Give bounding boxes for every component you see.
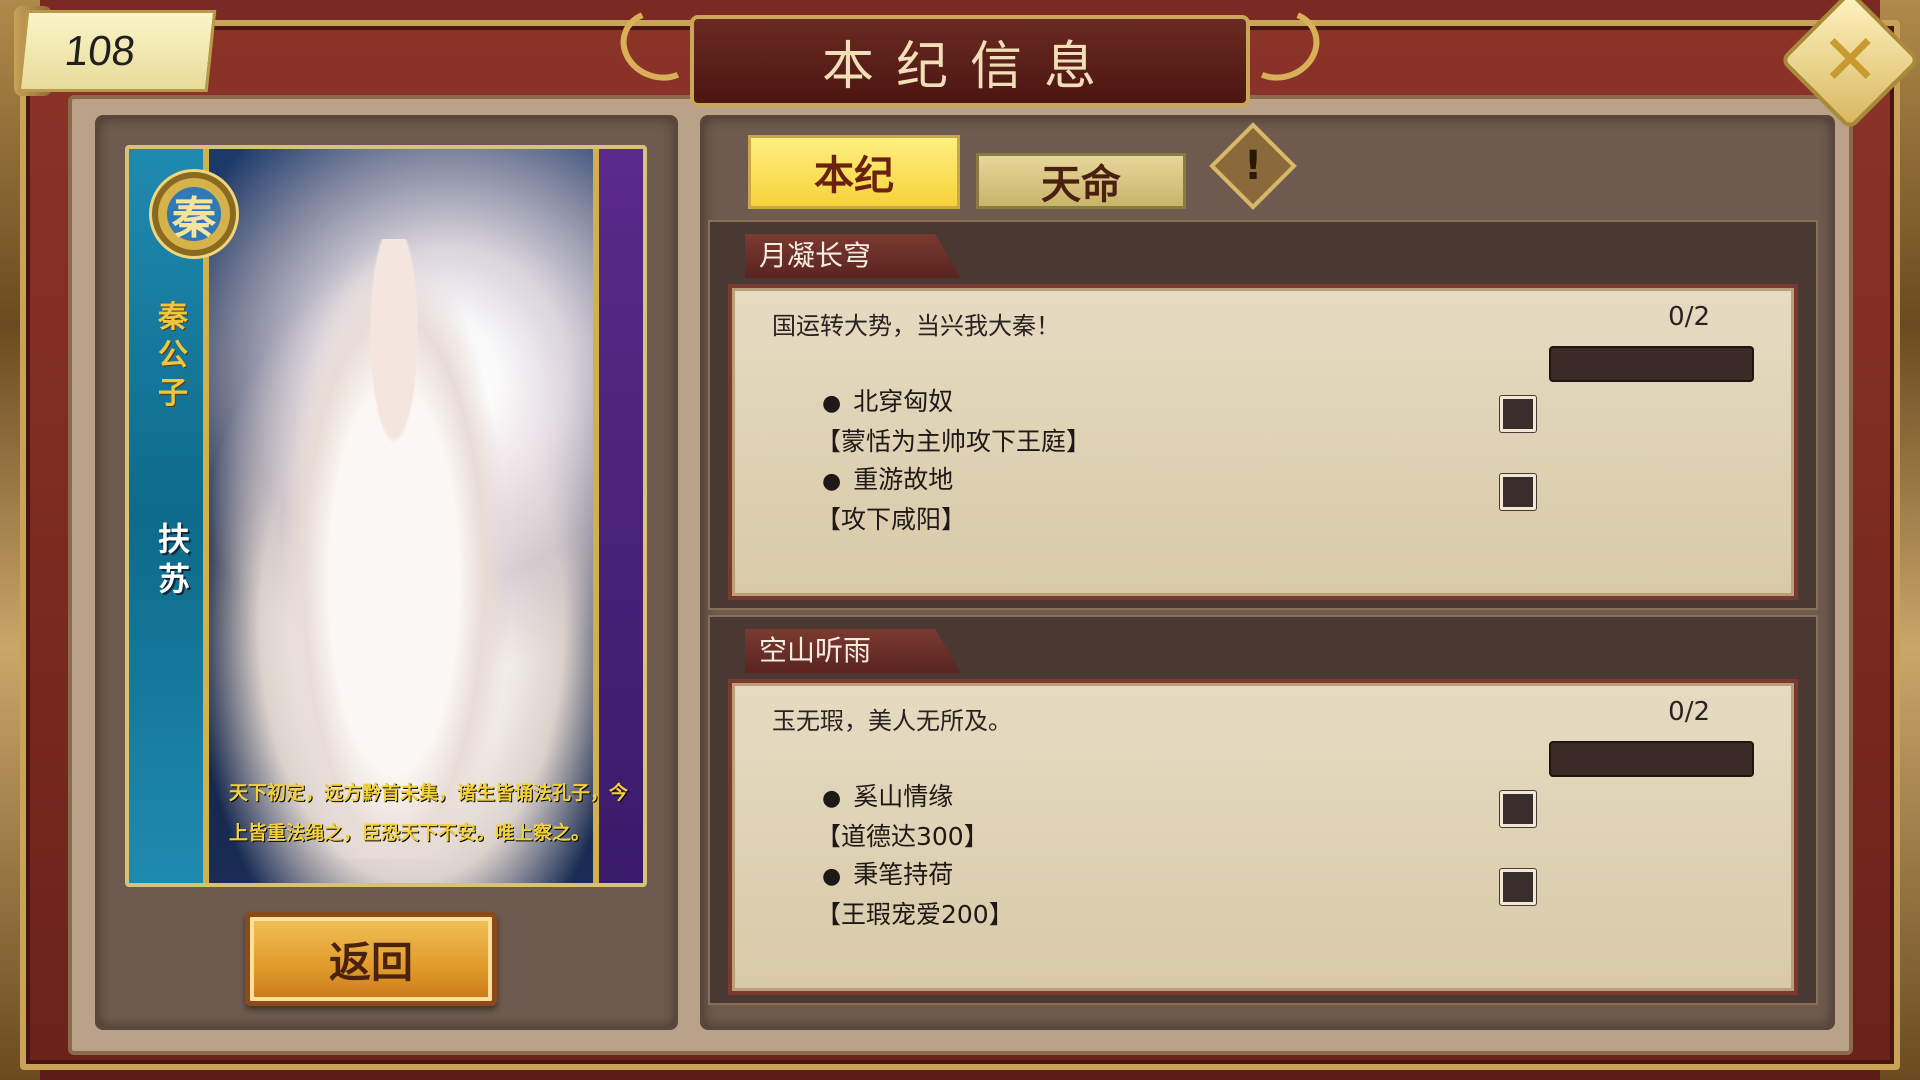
progress-count: 0/2 xyxy=(1668,697,1710,727)
goal-condition: 【道德达300】 xyxy=(816,822,989,851)
faction-glyph: 秦 xyxy=(172,193,216,244)
hero-title: 秦公子 xyxy=(158,300,188,411)
goal-item: ● 奚山情缘 【道德达300】 xyxy=(816,778,989,856)
page-title-banner: 本纪信息 xyxy=(690,15,1250,107)
tab-tianming-label: 天命 xyxy=(1041,161,1121,208)
section-header: 月凝长穹 xyxy=(745,234,962,278)
goal-title: 重游故地 xyxy=(853,465,954,494)
goal-item: ● 秉笔持荷 【王瑕宠爱200】 xyxy=(816,856,1014,934)
bullet-icon: ● xyxy=(822,864,842,889)
hero-name: 扶苏 xyxy=(157,520,190,598)
faction-emblem: 秦 xyxy=(149,169,239,259)
card-description: 玉无瑕，美人无所及。 xyxy=(772,707,1012,735)
goal-item: ● 重游故地 【攻下咸阳】 xyxy=(816,461,966,539)
goal-checkbox[interactable] xyxy=(1500,791,1536,827)
goal-item: ● 北穿匈奴 【蒙恬为主帅攻下王庭】 xyxy=(816,383,1091,461)
goal-checkbox[interactable] xyxy=(1500,474,1536,510)
portrait-left-border xyxy=(129,149,209,883)
level-value: 108 xyxy=(62,27,138,74)
back-button[interactable]: 返回 xyxy=(245,912,497,1006)
bullet-icon: ● xyxy=(822,469,842,494)
exclamation-icon: ! xyxy=(1243,143,1263,189)
hero-quote: 天下初定，远方黔首未集，诸生皆诵法孔子，今上皆重法绳之，臣恐天下不安。唯上察之。 xyxy=(229,782,629,844)
tab-tianming[interactable]: 天命 xyxy=(976,153,1186,209)
level-badge: 108 xyxy=(17,10,217,92)
goal-condition: 【蒙恬为主帅攻下王庭】 xyxy=(816,427,1092,456)
chronicle-card: 玉无瑕，美人无所及。 0/2 ● 奚山情缘 【道德达300】 ● 秉笔持荷 【王瑕宠… xyxy=(728,679,1798,995)
goal-checkbox[interactable] xyxy=(1500,869,1536,905)
progress-bar xyxy=(1549,346,1754,382)
goal-title: 奚山情缘 xyxy=(853,782,954,811)
chronicle-section-1: 月凝长穹 国运转大势，当兴我大秦！ 0/2 ● 北穿匈奴 【蒙恬为主帅攻下王庭】 … xyxy=(708,220,1818,610)
progress-bar xyxy=(1549,741,1754,777)
hero-portrait: 秦 秦公子 扶苏 天下初定，远方黔首未集，诸生皆诵法孔子，今上皆重法绳之，臣恐天… xyxy=(125,145,647,887)
section-header: 空山听雨 xyxy=(745,629,962,673)
bullet-icon: ● xyxy=(822,391,842,416)
page-title: 本纪信息 xyxy=(821,36,1118,97)
goal-condition: 【王瑕宠爱200】 xyxy=(816,900,1014,929)
close-icon: ✕ xyxy=(1820,19,1880,101)
goal-title: 北穿匈奴 xyxy=(853,387,954,416)
hero-figure-image xyxy=(279,239,509,859)
back-button-label: 返回 xyxy=(328,937,413,987)
goal-checkbox[interactable] xyxy=(1500,396,1536,432)
card-description: 国运转大势，当兴我大秦！ xyxy=(772,312,1060,340)
goal-condition: 【攻下咸阳】 xyxy=(816,505,967,534)
goal-title: 秉笔持荷 xyxy=(853,860,954,889)
progress-count: 0/2 xyxy=(1668,302,1710,332)
chronicle-section-2: 空山听雨 玉无瑕，美人无所及。 0/2 ● 奚山情缘 【道德达300】 ● 秉笔持荷… xyxy=(708,615,1818,1005)
tab-benji[interactable]: 本纪 xyxy=(748,135,960,209)
chronicle-card: 国运转大势，当兴我大秦！ 0/2 ● 北穿匈奴 【蒙恬为主帅攻下王庭】 ● 重游故地… xyxy=(728,284,1798,600)
bullet-icon: ● xyxy=(822,786,842,811)
tab-benji-label: 本纪 xyxy=(814,152,894,199)
